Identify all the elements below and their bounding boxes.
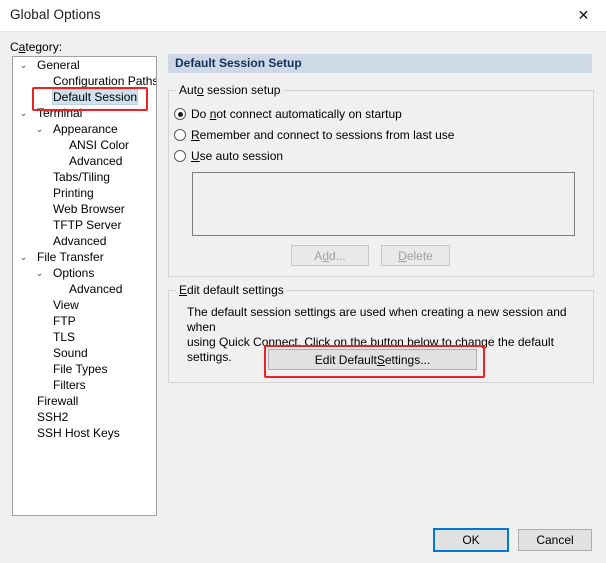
tree-item-file-transfer[interactable]: ⌄ File Transfer (13, 249, 156, 265)
cancel-button[interactable]: Cancel (518, 529, 592, 551)
radio-remember-sessions-label: Remember and connect to sessions from la… (191, 128, 455, 142)
tree-item-label: SSH Host Keys (37, 426, 120, 440)
category-tree[interactable]: ⌄ General Configuration Paths Default Sessi… (12, 56, 157, 516)
category-label-post: tegory: (25, 40, 63, 54)
tree-item-label: Advanced (69, 282, 123, 296)
tree-item-label: Tabs/Tiling (53, 170, 110, 184)
tree-item-label: FTP (53, 314, 76, 328)
close-button[interactable]: ✕ (561, 0, 606, 30)
auto-session-setup-group-title: Auto session setup (176, 83, 284, 97)
tree-item-view[interactable]: View (13, 297, 156, 313)
radio-use-auto-session-label: Use auto session (191, 149, 284, 163)
tree-item-appearance[interactable]: ⌄ Appearance (13, 121, 156, 137)
tree-item-tftp-server[interactable]: TFTP Server (13, 217, 156, 233)
radio-use-auto-session[interactable]: Use auto session (174, 149, 283, 163)
tree-item-ftp[interactable]: FTP (13, 313, 156, 329)
tree-item-sound[interactable]: Sound (13, 345, 156, 361)
chevron-down-icon[interactable]: ⌄ (17, 57, 30, 73)
tree-item-label: Firewall (37, 394, 79, 408)
chevron-down-icon[interactable]: ⌄ (17, 105, 30, 121)
tree-item-tls[interactable]: TLS (13, 329, 156, 345)
tree-item-file-types[interactable]: File Types (13, 361, 156, 377)
chevron-down-icon[interactable]: ⌄ (33, 265, 46, 281)
tree-item-label: General (37, 58, 80, 72)
description-line-1: The default session settings are used wh… (187, 305, 567, 334)
tree-item-advanced[interactable]: Advanced (13, 233, 156, 249)
tree-item-label: File Transfer (37, 250, 104, 264)
tree-item-label: Printing (53, 186, 94, 200)
close-icon: ✕ (577, 7, 590, 23)
delete-button[interactable]: Delete (381, 245, 450, 266)
tree-item-label: Default Session (51, 89, 139, 105)
radio-remember-sessions[interactable]: Remember and connect to sessions from la… (174, 128, 454, 142)
ok-button[interactable]: OK (433, 528, 509, 552)
tree-item-label: Options (53, 266, 95, 280)
tree-item-configuration-paths[interactable]: Configuration Paths (13, 73, 156, 89)
tree-item-label: Filters (53, 378, 86, 392)
edit-default-settings-group-title: Edit default settings (176, 283, 287, 297)
section-header: Default Session Setup (168, 54, 592, 73)
tree-item-label: Terminal (37, 106, 83, 120)
group-title-post: session setup (203, 83, 281, 97)
group-title-mnemonic: o (197, 83, 204, 97)
chevron-down-icon[interactable]: ⌄ (33, 121, 46, 137)
add-button[interactable]: Ad d... (291, 245, 369, 266)
tree-item-web-browser[interactable]: Web Browser (13, 201, 156, 217)
tree-item-label: Advanced (53, 234, 107, 248)
tree-item-label: Appearance (53, 122, 118, 136)
tree-item-ssh2[interactable]: SSH2 (13, 409, 156, 425)
tree-item-advanced[interactable]: Advanced (13, 281, 156, 297)
tree-item-label: Configuration Paths (53, 74, 157, 88)
radio-do-not-connect-label: Do not connect automatically on startup (191, 107, 402, 121)
tree-item-label: TLS (53, 330, 76, 344)
tree-item-label: File Types (53, 362, 108, 376)
radio-remember-sessions-indicator[interactable] (174, 129, 186, 141)
tree-item-label: ANSI Color (69, 138, 130, 152)
content-pane: Default Session Setup (168, 54, 592, 73)
edit-default-settings-button[interactable]: Edit Default Settings... (268, 349, 477, 370)
tree-item-firewall[interactable]: Firewall (13, 393, 156, 409)
tree-item-ssh-host-keys[interactable]: SSH Host Keys (13, 425, 156, 441)
tree-item-advanced[interactable]: Advanced (13, 153, 156, 169)
radio-do-not-connect[interactable]: Do not connect automatically on startup (174, 107, 402, 121)
tree-item-ansi-color[interactable]: ANSI Color (13, 137, 156, 153)
tree-item-printing[interactable]: Printing (13, 185, 156, 201)
category-label: Category: (10, 40, 62, 54)
tree-item-default-session[interactable]: Default Session (13, 89, 156, 105)
chevron-down-icon[interactable]: ⌄ (17, 249, 30, 265)
tree-item-tabs-tiling[interactable]: Tabs/Tiling (13, 169, 156, 185)
tree-item-label: Advanced (69, 154, 123, 168)
tree-item-label: SSH2 (37, 410, 69, 424)
radio-use-auto-session-indicator[interactable] (174, 150, 186, 162)
tree-item-options[interactable]: ⌄ Options (13, 265, 156, 281)
tree-item-filters[interactable]: Filters (13, 377, 156, 393)
category-label-pre: C (10, 40, 19, 54)
title-bar: Global Options ✕ (0, 0, 606, 32)
group-title-pre: Aut (179, 83, 198, 97)
tree-item-label: View (53, 298, 79, 312)
window-title: Global Options (10, 7, 101, 22)
tree-item-general[interactable]: ⌄ General (13, 57, 156, 73)
tree-item-label: Sound (53, 346, 88, 360)
tree-item-terminal[interactable]: ⌄ Terminal (13, 105, 156, 121)
auto-session-list[interactable] (192, 172, 575, 236)
radio-do-not-connect-indicator[interactable] (174, 108, 186, 120)
tree-item-label: Web Browser (53, 202, 125, 216)
tree-item-label: TFTP Server (53, 218, 122, 232)
